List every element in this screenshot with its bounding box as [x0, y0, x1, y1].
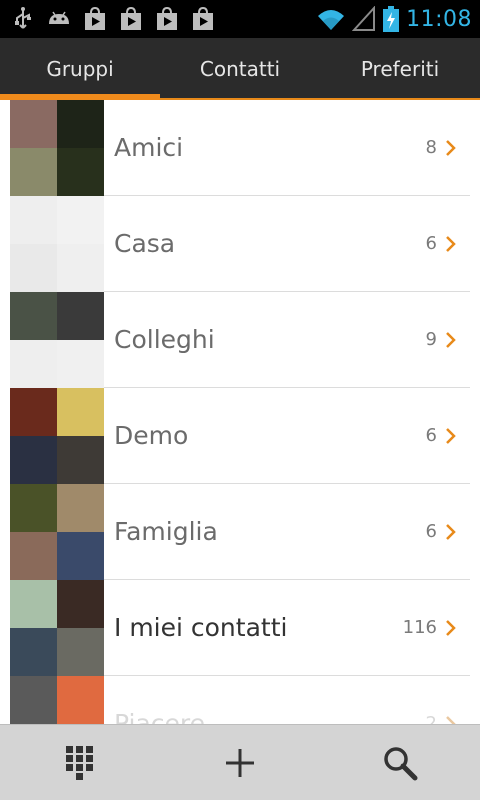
group-row-colleghi[interactable]: Colleghi 9	[0, 292, 480, 388]
chevron-right-icon	[446, 716, 456, 724]
group-row-piacere[interactable]: Piacere 2	[0, 676, 480, 724]
chevron-right-icon	[446, 236, 456, 252]
group-photo-collage	[10, 196, 104, 292]
group-photo-collage	[10, 388, 104, 484]
chevron-right-icon	[446, 332, 456, 348]
group-photo-collage	[10, 580, 104, 676]
system-icons: 11:08	[316, 4, 472, 34]
group-count: 6	[425, 521, 437, 542]
tab-bar: Gruppi Contatti Preferiti	[0, 38, 480, 100]
play-store-icon	[85, 6, 105, 30]
group-row-casa[interactable]: Casa 6	[0, 196, 480, 292]
group-count: 6	[425, 233, 437, 254]
group-name: Demo	[114, 421, 189, 450]
group-row-demo[interactable]: Demo 6	[0, 388, 480, 484]
search-icon	[384, 747, 418, 781]
group-name: Casa	[114, 229, 176, 258]
chevron-right-icon	[446, 524, 456, 540]
group-photo-collage	[10, 676, 104, 724]
wifi-icon	[318, 10, 345, 30]
group-row-amici[interactable]: Amici 8	[0, 100, 480, 196]
group-count: 6	[425, 425, 437, 446]
group-name: Colleghi	[114, 325, 215, 354]
battery-charging-icon	[383, 6, 400, 32]
group-count: 8	[425, 137, 437, 158]
group-name: Piacere	[114, 709, 206, 724]
add-icon	[226, 749, 254, 777]
dialpad-button[interactable]	[0, 725, 160, 800]
group-row-i-miei-contatti[interactable]: I miei contatti 116	[0, 580, 480, 676]
chevron-right-icon	[446, 428, 456, 444]
chevron-right-icon	[446, 620, 456, 636]
chevron-right-icon	[446, 140, 456, 156]
status-bar: 11:08	[0, 0, 480, 38]
bottom-toolbar	[0, 724, 480, 800]
clock: 11:08	[406, 6, 472, 32]
usb-icon	[15, 7, 31, 29]
search-button[interactable]	[320, 725, 480, 800]
tab-gruppi[interactable]: Gruppi	[0, 38, 160, 100]
group-row-famiglia[interactable]: Famiglia 6	[0, 484, 480, 580]
dialpad-icon	[66, 746, 93, 780]
play-store-icon	[193, 6, 213, 30]
tab-contatti[interactable]: Contatti	[160, 38, 320, 100]
group-count: 9	[425, 329, 437, 350]
group-name: Famiglia	[114, 517, 218, 546]
android-debug-icon	[49, 11, 69, 24]
group-count: 116	[402, 617, 437, 638]
play-store-icon	[157, 6, 177, 30]
add-button[interactable]	[160, 725, 320, 800]
signal-icon	[352, 6, 376, 31]
group-name: Amici	[114, 133, 184, 162]
group-name: I miei contatti	[114, 613, 288, 642]
group-list[interactable]: Amici 8 Casa 6 Colleghi 9 Demo 6 Famigli…	[0, 100, 480, 724]
group-photo-collage	[10, 100, 104, 196]
group-photo-collage	[10, 292, 104, 388]
group-photo-collage	[10, 484, 104, 580]
group-count: 2	[425, 713, 437, 724]
play-store-icon	[121, 6, 141, 30]
tab-preferiti[interactable]: Preferiti	[320, 38, 480, 100]
notification-icons	[10, 6, 216, 32]
